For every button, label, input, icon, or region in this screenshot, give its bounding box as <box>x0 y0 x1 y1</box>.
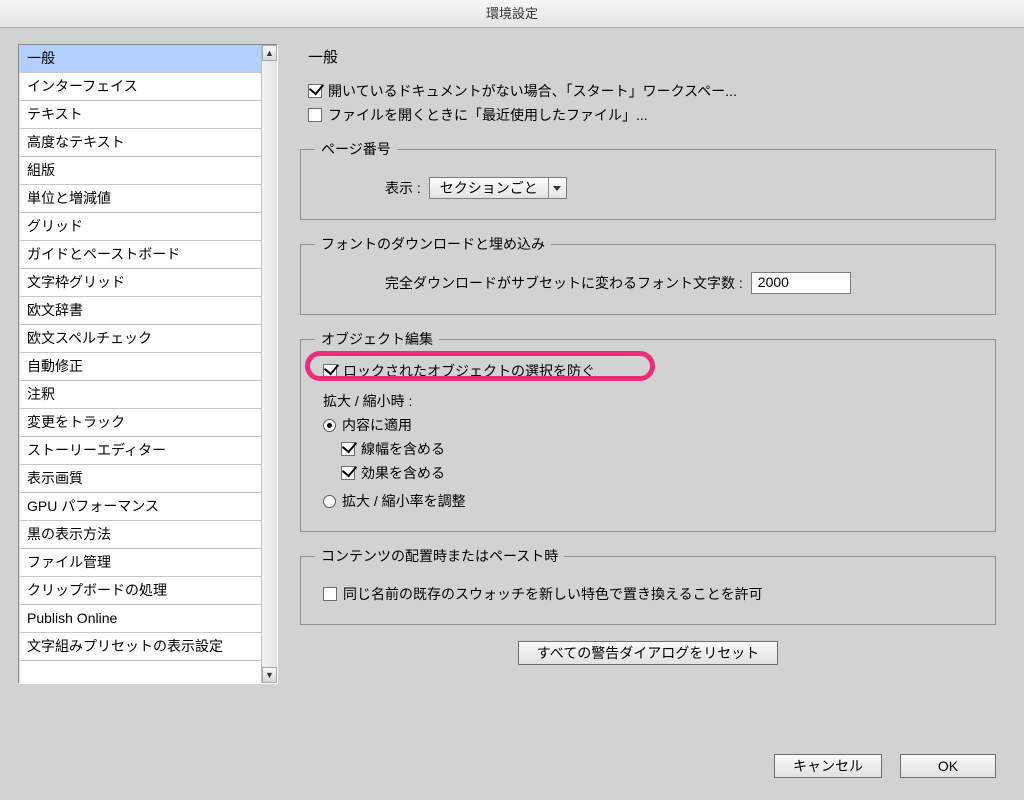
replace-swatch-label: 同じ名前の既存のスウォッチを新しい特色で置き換えることを許可 <box>343 584 763 604</box>
sidebar-item[interactable]: 文字組みプリセットの表示設定 <box>19 633 261 661</box>
sidebar-item[interactable]: テキスト <box>19 101 261 129</box>
adjust-percent-radio[interactable] <box>323 495 336 508</box>
sidebar-item[interactable]: ストーリーエディター <box>19 437 261 465</box>
sidebar-item[interactable]: 欧文辞書 <box>19 297 261 325</box>
sidebar-item[interactable]: Publish Online <box>19 605 261 633</box>
reset-warnings-button[interactable]: すべての警告ダイアログをリセット <box>518 641 778 665</box>
sidebar-item[interactable]: 注釈 <box>19 381 261 409</box>
show-recent-files-row[interactable]: ファイルを開くときに「最近使用したファイル」... <box>308 105 996 125</box>
include-effect-row[interactable]: 効果を含める <box>341 463 981 483</box>
window-titlebar: 環境設定 <box>0 0 1024 28</box>
window-title: 環境設定 <box>486 6 538 21</box>
panel-heading: 一般 <box>300 44 996 77</box>
sidebar-item[interactable]: 欧文スペルチェック <box>19 325 261 353</box>
replace-swatch-checkbox[interactable] <box>323 587 337 601</box>
page-number-display-value: セクションごと <box>430 178 548 198</box>
font-subset-label: 完全ダウンロードがサブセットに変わるフォント文字数 : <box>385 273 743 293</box>
sidebar-item[interactable]: 高度なテキスト <box>19 129 261 157</box>
sidebar-item[interactable]: 自動修正 <box>19 353 261 381</box>
page-number-group: ページ番号 表示 : セクションごと <box>300 139 996 220</box>
apply-content-radio[interactable] <box>323 419 336 432</box>
sidebar-item[interactable]: 単位と増減値 <box>19 185 261 213</box>
sidebar-item[interactable]: クリップボードの処理 <box>19 577 261 605</box>
paste-legend: コンテンツの配置時またはペースト時 <box>315 546 564 566</box>
paste-group: コンテンツの配置時またはペースト時 同じ名前の既存のスウォッチを新しい特色で置き… <box>300 546 996 625</box>
font-subset-input[interactable]: 2000 <box>751 272 851 294</box>
category-list[interactable]: 一般インターフェイステキスト高度なテキスト組版単位と増減値グリッドガイドとペース… <box>19 45 261 683</box>
include-stroke-label: 線幅を含める <box>361 439 445 459</box>
adjust-percent-row[interactable]: 拡大 / 縮小率を調整 <box>323 491 981 511</box>
chevron-down-icon <box>548 178 566 198</box>
sidebar-item[interactable]: 組版 <box>19 157 261 185</box>
prevent-locked-row[interactable]: ロックされたオブジェクトの選択を防ぐ <box>323 361 981 381</box>
page-number-display-label: 表示 : <box>385 178 421 198</box>
sidebar-item[interactable]: インターフェイス <box>19 73 261 101</box>
sidebar-item[interactable]: GPU パフォーマンス <box>19 493 261 521</box>
sidebar-item[interactable]: 文字枠グリッド <box>19 269 261 297</box>
scroll-up-icon[interactable]: ▲ <box>262 45 277 61</box>
apply-content-label: 内容に適用 <box>342 415 412 435</box>
show-start-workspace-checkbox[interactable] <box>308 84 322 98</box>
scaling-label: 拡大 / 縮小時 : <box>323 391 412 411</box>
object-edit-group: オブジェクト編集 ロックされたオブジェクトの選択を防ぐ 拡大 / 縮小時 : 内… <box>300 329 996 532</box>
apply-content-row[interactable]: 内容に適用 <box>323 415 981 435</box>
include-effect-checkbox[interactable] <box>341 466 355 480</box>
replace-swatch-row[interactable]: 同じ名前の既存のスウォッチを新しい特色で置き換えることを許可 <box>323 584 981 604</box>
sidebar-item[interactable]: 変更をトラック <box>19 409 261 437</box>
sidebar-item[interactable]: ガイドとペーストボード <box>19 241 261 269</box>
sidebar-item[interactable]: 黒の表示方法 <box>19 521 261 549</box>
category-sidebar: 一般インターフェイステキスト高度なテキスト組版単位と増減値グリッドガイドとペース… <box>18 44 278 684</box>
include-effect-label: 効果を含める <box>361 463 445 483</box>
font-download-group: フォントのダウンロードと埋め込み 完全ダウンロードがサブセットに変わるフォント文… <box>300 234 996 315</box>
prevent-locked-checkbox[interactable] <box>323 364 337 378</box>
page-number-display-select[interactable]: セクションごと <box>429 177 567 199</box>
dialog-body: 一般インターフェイステキスト高度なテキスト組版単位と増減値グリッドガイドとペース… <box>0 28 1024 800</box>
page-number-legend: ページ番号 <box>315 139 397 159</box>
object-edit-legend: オブジェクト編集 <box>315 329 439 349</box>
prevent-locked-label: ロックされたオブジェクトの選択を防ぐ <box>343 361 595 381</box>
sidebar-item[interactable]: 表示画質 <box>19 465 261 493</box>
include-stroke-row[interactable]: 線幅を含める <box>341 439 981 459</box>
sidebar-item[interactable]: グリッド <box>19 213 261 241</box>
show-recent-files-label: ファイルを開くときに「最近使用したファイル」... <box>328 105 648 125</box>
sidebar-scrollbar[interactable]: ▲ ▼ <box>261 45 277 683</box>
scroll-down-icon[interactable]: ▼ <box>262 667 277 683</box>
include-stroke-checkbox[interactable] <box>341 442 355 456</box>
adjust-percent-label: 拡大 / 縮小率を調整 <box>342 491 466 511</box>
show-start-workspace-row[interactable]: 開いているドキュメントがない場合、「スタート」ワークスペー... <box>308 81 996 101</box>
font-download-legend: フォントのダウンロードと埋め込み <box>315 234 551 254</box>
dialog-footer: キャンセル OK <box>774 754 996 778</box>
sidebar-item[interactable]: ファイル管理 <box>19 549 261 577</box>
sidebar-item[interactable]: 一般 <box>19 45 261 73</box>
show-recent-files-checkbox[interactable] <box>308 108 322 122</box>
ok-button[interactable]: OK <box>900 754 996 778</box>
cancel-button[interactable]: キャンセル <box>774 754 882 778</box>
settings-panel: 一般 開いているドキュメントがない場合、「スタート」ワークスペー... ファイル… <box>300 44 996 740</box>
show-start-workspace-label: 開いているドキュメントがない場合、「スタート」ワークスペー... <box>328 81 737 101</box>
